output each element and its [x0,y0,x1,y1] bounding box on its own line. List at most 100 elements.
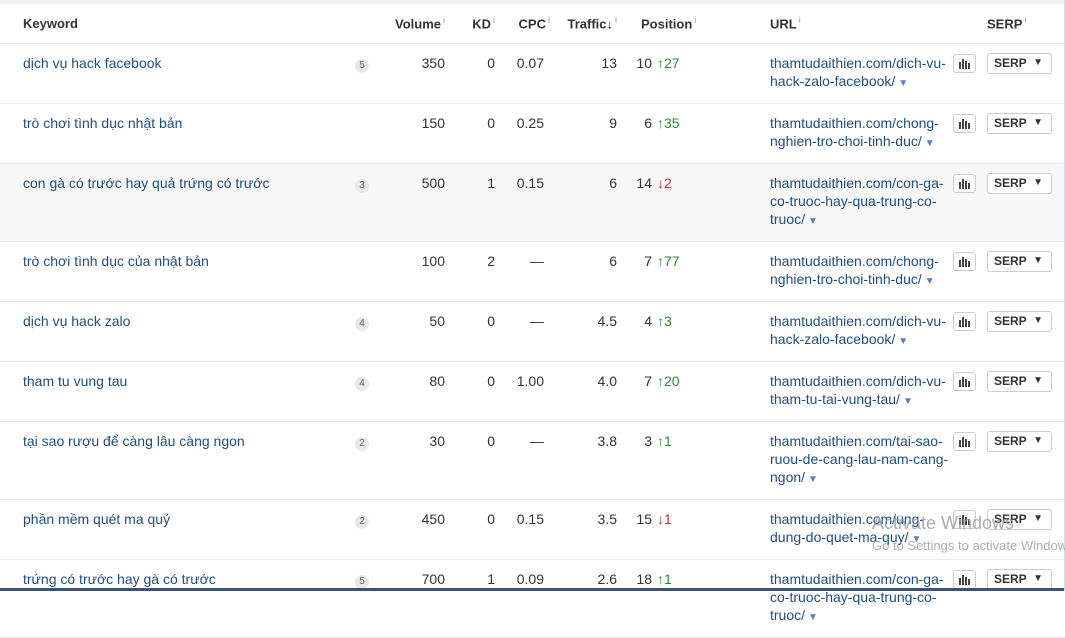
header-position[interactable]: Position i [623,4,748,44]
url-link[interactable]: thamtudaithien.com/con-ga-co-truoc-hay-q… [770,175,944,227]
header-volume[interactable]: Volume i [380,4,445,44]
chevron-down-icon[interactable]: ▼ [925,138,935,149]
info-icon[interactable]: i [615,15,617,25]
url-line: thamtudaithien.com/ung- [770,511,925,527]
arrow-up-icon: ↑ [657,433,664,449]
position-value: 15 [636,511,652,527]
serp-dropdown-button[interactable]: SERP ▼ [987,569,1052,590]
bar-chart-icon [959,59,970,69]
serp-features-badge[interactable]: 2 [355,515,369,529]
chart-button[interactable] [953,174,976,193]
url-line: thamtudaithien.com/tai-sao- [770,433,943,449]
serp-features-badge[interactable]: 5 [355,575,369,589]
header-traffic[interactable]: Traffic↓ i [550,4,623,44]
chevron-down-icon[interactable]: ▼ [808,216,818,227]
keyword-link[interactable]: trò chơi tình dục nhật bản [23,115,182,131]
serp-dropdown-button[interactable]: SERP ▼ [987,371,1052,392]
traffic-value: 6 [550,163,623,242]
keyword-link[interactable]: tại sao rượu để càng lâu càng ngon [23,433,245,449]
chart-button[interactable] [953,252,976,271]
serp-features-badge[interactable]: 2 [355,437,369,451]
cpc-value: — [495,301,550,362]
chart-button[interactable] [953,570,976,589]
chevron-down-icon[interactable]: ▼ [808,612,818,623]
url-line: thamtudaithien.com/chong- [770,115,939,131]
header-keyword[interactable]: Keyword [0,4,355,44]
info-icon[interactable]: i [1024,15,1026,25]
header-kd[interactable]: KD i [445,4,495,44]
table-row: con gà có trước hay quả trứng có trước 3 5… [0,163,1065,242]
url-link[interactable]: thamtudaithien.com/dich-vu-hack-zalo-fac… [770,313,946,347]
serp-dropdown-button[interactable]: SERP ▼ [987,509,1052,530]
kd-value: 0 [445,421,495,500]
bar-chart-icon [959,179,970,189]
serp-dropdown-button[interactable]: SERP ▼ [987,311,1052,332]
url-link[interactable]: thamtudaithien.com/ung-dung-do-quet-ma-q… [770,511,924,545]
chevron-down-icon[interactable]: ▼ [808,474,818,485]
position-value: 10 [636,55,652,71]
url-link[interactable]: thamtudaithien.com/con-ga-co-truoc-hay-q… [770,571,944,623]
arrow-up-icon: ↑ [657,55,664,71]
header-url[interactable]: URL i [748,4,953,44]
url-link[interactable]: thamtudaithien.com/tai-sao-ruou-de-cang-… [770,433,948,485]
url-link[interactable]: thamtudaithien.com/chong-nghien-tro-choi… [770,253,939,287]
chevron-down-icon[interactable]: ▼ [903,396,913,407]
kd-value: 1 [445,559,495,638]
info-icon[interactable]: i [694,15,696,25]
position-value: 14 [636,175,652,191]
chevron-down-icon[interactable]: ▼ [925,276,935,287]
cpc-value: 0.15 [495,499,550,560]
url-link[interactable]: thamtudaithien.com/chong-nghien-tro-choi… [770,115,939,149]
chevron-down-icon: ▼ [1033,435,1043,446]
chart-button[interactable] [953,114,976,133]
bar-chart-icon [959,575,970,585]
position-change: ↑20 [657,373,680,389]
serp-dropdown-button[interactable]: SERP ▼ [987,113,1052,134]
position-change: ↑1 [657,571,672,587]
serp-features-badge[interactable]: 3 [355,179,369,193]
chevron-down-icon[interactable]: ▼ [898,78,908,89]
kd-value: 0 [445,301,495,362]
chart-button[interactable] [953,312,976,331]
keyword-link[interactable]: phần mềm quét ma quỷ [23,511,170,527]
serp-dropdown-button[interactable]: SERP ▼ [987,251,1052,272]
chart-button[interactable] [953,510,976,529]
url-line: co-truoc-hay-qua-trung-co- [770,589,937,605]
volume-value: 30 [380,421,445,500]
keyword-link[interactable]: dịch vụ hack facebook [23,55,162,71]
serp-dropdown-button[interactable]: SERP ▼ [987,173,1052,194]
serp-features-badge[interactable]: 5 [355,59,369,73]
url-link[interactable]: thamtudaithien.com/dich-vu-hack-zalo-fac… [770,55,946,89]
chevron-down-icon[interactable]: ▼ [912,534,922,545]
info-icon[interactable]: i [799,15,801,25]
info-icon[interactable]: i [548,15,550,25]
volume-value: 350 [380,43,445,104]
keywords-table: Keyword Volume i KD i CPC i Traffic↓ i Posit… [0,4,1065,638]
keyword-link[interactable]: trò chơi tình dục của nhật bản [23,253,209,269]
chevron-down-icon: ▼ [1033,117,1043,128]
chart-button[interactable] [953,432,976,451]
url-line: thamtudaithien.com/dich-vu- [770,55,946,71]
url-link[interactable]: thamtudaithien.com/dich-vu-tham-tu-tai-v… [770,373,946,407]
keyword-link[interactable]: dịch vụ hack zalo [23,313,130,329]
serp-features-badge[interactable]: 4 [355,377,369,391]
chart-button[interactable] [953,54,976,73]
table-row: tại sao rượu để càng lâu càng ngon 2 30 0—3… [0,421,1065,500]
kd-value: 0 [445,499,495,560]
serp-dropdown-button[interactable]: SERP ▼ [987,431,1052,452]
keyword-link[interactable]: tham tu vung tau [23,373,127,389]
chevron-down-icon[interactable]: ▼ [898,336,908,347]
chart-button[interactable] [953,372,976,391]
kd-value: 0 [445,43,495,104]
position-value: 3 [644,433,652,449]
serp-features-badge[interactable]: 4 [355,317,369,331]
arrow-down-icon: ↓ [657,175,664,191]
position-change: ↑27 [657,55,680,71]
serp-dropdown-button[interactable]: SERP ▼ [987,53,1052,74]
info-icon[interactable]: i [493,15,495,25]
keyword-link[interactable]: trứng có trước hay gà có trước [23,571,216,587]
keyword-link[interactable]: con gà có trước hay quả trứng có trước [23,175,269,191]
header-cpc[interactable]: CPC i [495,4,550,44]
info-icon[interactable]: i [443,15,445,25]
volume-value: 100 [380,241,445,302]
